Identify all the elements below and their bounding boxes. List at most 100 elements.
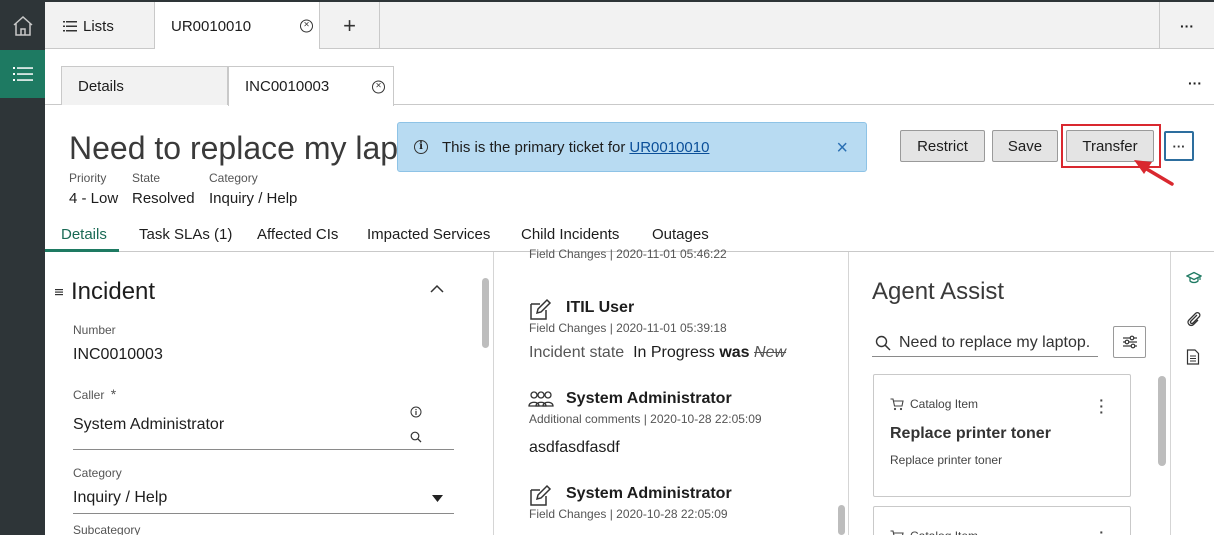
divider (493, 252, 494, 535)
caller-label-text: Caller (73, 388, 105, 402)
banner-text: This is the primary ticket for (442, 138, 626, 156)
search-icon (875, 335, 891, 351)
record-tab-bar: Details INC0010003 × ··· (45, 49, 1214, 106)
activity-sub: Additional comments | 2020-10-28 22:05:0… (529, 412, 762, 426)
document-icon[interactable] (1186, 349, 1200, 365)
cart-icon (890, 529, 904, 535)
more-icon: ··· (1188, 75, 1202, 91)
state-field: State Resolved (132, 171, 195, 207)
category-select[interactable]: Inquiry / Help (73, 489, 167, 507)
close-tab-icon[interactable]: × (372, 80, 385, 93)
top-more-button[interactable]: ··· (1159, 2, 1214, 50)
caller-input[interactable]: System Administrator (73, 416, 224, 434)
incident-section-header[interactable]: Incident (55, 278, 155, 306)
form-scrollbar[interactable] (482, 278, 489, 348)
divider (848, 252, 849, 535)
save-button[interactable]: Save (992, 130, 1058, 162)
banner-link[interactable]: UR0010010 (629, 139, 709, 156)
top-tab-bar: Lists UR0010010 × + ··· (45, 0, 1214, 50)
cart-icon (890, 397, 904, 410)
activity-author: ITIL User (566, 299, 635, 316)
activity-sub: Field Changes | 2020-11-01 05:46:22 (529, 247, 727, 261)
list-nav-button[interactable] (0, 50, 45, 98)
card-description: Replace printer toner (890, 453, 1003, 467)
tab-lists-label: Lists (83, 17, 114, 35)
agent-assist-title: Agent Assist (872, 278, 1005, 305)
card-type-label: Catalog Item (910, 529, 978, 535)
tab-affected-cis[interactable]: Affected CIs (257, 226, 338, 243)
caller-underline (73, 449, 454, 450)
home-icon (13, 15, 32, 36)
info-icon[interactable] (410, 406, 422, 418)
tab-inc0010003-label: INC0010003 (245, 78, 330, 95)
more-icon: ··· (1172, 138, 1186, 154)
close-tab-icon[interactable]: × (300, 19, 313, 33)
activity-sub: Field Changes | 2020-10-28 22:05:09 (529, 507, 728, 521)
priority-field: Priority 4 - Low (69, 171, 118, 207)
restrict-button[interactable]: Restrict (900, 130, 985, 162)
activity-author: System Administrator (566, 390, 732, 407)
activity-sub: Field Changes | 2020-11-01 05:39:18 (529, 321, 727, 335)
subcategory-label: Subcategory (73, 523, 141, 535)
list-icon (12, 67, 33, 81)
paperclip-icon[interactable] (1186, 310, 1202, 328)
activity-change: Incident state In Progress was New (529, 344, 786, 362)
tab-details-label: Details (78, 77, 124, 95)
priority-value: 4 - Low (69, 190, 119, 207)
graduation-cap-icon[interactable] (1186, 271, 1202, 284)
tab-outages[interactable]: Outages (652, 226, 709, 243)
tab-ur0010010[interactable]: UR0010010 × (155, 2, 320, 50)
card-title[interactable]: Replace printer toner (890, 425, 1051, 443)
tab-ur0010010-label: UR0010010 (171, 17, 252, 35)
card-more-icon[interactable]: ··· (1099, 393, 1104, 419)
caret-down-icon[interactable] (432, 495, 443, 502)
number-value: INC0010003 (73, 346, 163, 363)
tab-inc0010003[interactable]: INC0010003 × (228, 66, 394, 106)
card-type: Catalog Item (890, 397, 978, 411)
state-value: Resolved (132, 190, 195, 207)
divider (1170, 252, 1171, 535)
tab-impacted-services[interactable]: Impacted Services (367, 226, 490, 243)
add-tab-button[interactable]: + (320, 2, 380, 50)
close-icon[interactable]: × (836, 137, 848, 160)
agent-assist-card[interactable]: Catalog Item · · · Replace printer toner R… (873, 374, 1131, 497)
more-icon: ··· (1180, 18, 1194, 34)
card-type: Catalog Item (890, 529, 978, 535)
filter-sliders-icon (1122, 335, 1137, 349)
primary-ticket-banner: i This is the primary ticket for UR00100… (397, 122, 867, 172)
category-value: Inquiry / Help (209, 190, 298, 207)
edit-icon (530, 484, 552, 506)
agent-assist-scrollbar[interactable] (1158, 376, 1166, 466)
tab-task-slas[interactable]: Task SLAs (1) (139, 226, 232, 243)
changed-field: Incident state (529, 344, 625, 361)
more-actions-button[interactable]: ··· (1164, 131, 1194, 161)
was-label: was (719, 344, 750, 361)
category-underline (73, 513, 454, 514)
required-icon: * (110, 386, 117, 402)
left-rail (0, 0, 45, 535)
category-field: Category Inquiry / Help (209, 171, 297, 207)
page-title: Need to replace my lapto (69, 130, 425, 166)
tab-details[interactable]: Details (61, 66, 228, 105)
caller-label: Caller * (73, 386, 116, 402)
home-button[interactable] (0, 2, 45, 50)
new-value: In Progress (633, 344, 715, 361)
drag-handle-icon (55, 289, 63, 296)
agent-assist-card[interactable]: Catalog Item ··· (873, 506, 1131, 535)
state-label: State (132, 171, 161, 185)
list-icon (63, 20, 77, 31)
tab-child-incidents[interactable]: Child Incidents (521, 226, 619, 243)
filter-button[interactable] (1113, 326, 1146, 358)
sub-more-button[interactable]: ··· (1188, 75, 1202, 93)
activity-comment: asdfasdfasdf (529, 439, 620, 456)
chevron-up-icon[interactable] (430, 284, 444, 294)
agent-assist-search-input[interactable]: Need to replace my laptop. (872, 330, 1098, 357)
search-value: Need to replace my laptop. (899, 334, 1091, 351)
search-icon[interactable] (410, 431, 422, 443)
tab-record-details[interactable]: Details (61, 226, 107, 243)
tab-lists[interactable]: Lists (45, 2, 155, 50)
old-value: New (754, 344, 787, 361)
activity-scrollbar[interactable] (838, 505, 845, 535)
card-more-icon[interactable]: ··· (1099, 525, 1104, 535)
number-label: Number (73, 323, 116, 337)
